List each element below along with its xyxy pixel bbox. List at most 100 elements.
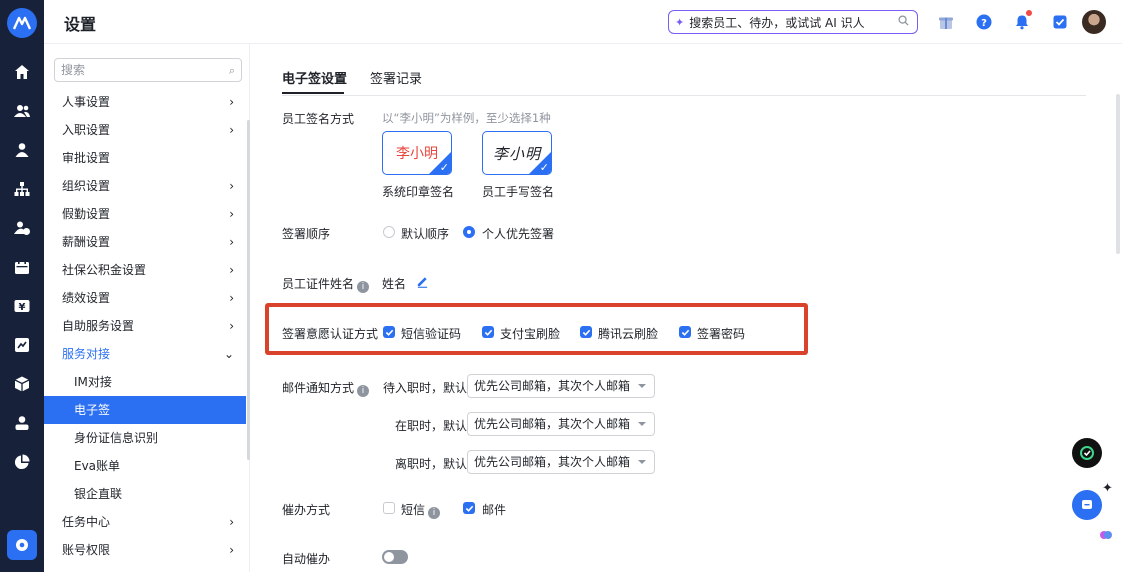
chevron-right-icon: › xyxy=(229,543,234,557)
active-tab-underline xyxy=(282,92,344,94)
tab-esign-settings[interactable]: 电子签设置 xyxy=(282,68,347,87)
checkbox-alipay-face[interactable] xyxy=(482,326,494,338)
checkbox-reminder-sms-label: 短信 i xyxy=(401,501,441,519)
seal-signature-card[interactable]: 李小明 ✓ xyxy=(382,131,452,175)
checkbox-sms-code[interactable] xyxy=(383,326,395,338)
sidebar-item-label: 电子签 xyxy=(74,403,111,417)
id-name-label: 员工证件姓名 i xyxy=(282,275,370,293)
sparkle-icon[interactable]: ✦ xyxy=(1102,481,1113,496)
dropdown-caret-icon xyxy=(638,460,646,464)
auto-reminder-toggle[interactable] xyxy=(382,550,408,564)
mail-row-pending-label: 待入职时，默认 xyxy=(383,381,468,395)
mail-select-pending[interactable]: 优先公司邮箱，其次个人邮箱 xyxy=(467,374,655,398)
sidebar-item-onboarding[interactable]: 入职设置 › xyxy=(44,116,246,144)
user-avatar[interactable] xyxy=(1082,10,1106,34)
settings-shortcut-icon[interactable] xyxy=(7,530,37,560)
tab-sign-records[interactable]: 签署记录 xyxy=(370,68,422,87)
chevron-right-icon: › xyxy=(229,207,234,221)
sidebar-search-placeholder: 搜索 xyxy=(61,63,86,77)
settings-sidebar: 搜索 ⌕ 人事设置 › 入职设置 › 审批设置 组织设置 › 假勤设置 › 薪酬设置 › … xyxy=(44,44,250,572)
info-icon[interactable]: i xyxy=(428,507,441,519)
search-icon xyxy=(898,15,909,29)
sidebar-item-permissions[interactable]: 账号权限 › xyxy=(44,536,246,564)
home-icon[interactable] xyxy=(12,62,32,82)
checkbox-sms-code-label: 短信验证码 xyxy=(401,327,462,341)
handwritten-signature-card[interactable]: 李小明 ✓ xyxy=(482,131,552,175)
sidebar-item-im[interactable]: IM对接 xyxy=(44,368,246,396)
mail-row-active-label: 在职时，默认 xyxy=(395,419,468,433)
sidebar-item-id-ocr[interactable]: 身份证信息识别 xyxy=(44,424,246,452)
edit-pencil-icon[interactable] xyxy=(416,275,429,291)
sidebar-search-input[interactable]: 搜索 ⌕ xyxy=(54,58,242,82)
person-icon[interactable] xyxy=(12,140,32,160)
checkbox-tencent-face[interactable] xyxy=(580,326,592,338)
mail-notify-label: 邮件通知方式 i xyxy=(282,379,370,397)
brain-icon[interactable] xyxy=(1097,526,1115,544)
mail-select-left[interactable]: 优先公司邮箱，其次个人邮箱 xyxy=(467,450,655,474)
cube-icon[interactable] xyxy=(12,374,32,394)
sidebar-item-integration[interactable]: 服务对接 ⌄ xyxy=(44,340,246,368)
sidebar-item-tasks[interactable]: 任务中心 › xyxy=(44,508,246,536)
sidebar-item-bank[interactable]: 银企直联 xyxy=(44,480,246,508)
sidebar-item-label: 账号权限 xyxy=(62,543,111,557)
checkbox-sign-password-label: 签署密码 xyxy=(697,327,746,341)
sidebar-item-approval[interactable]: 审批设置 xyxy=(44,144,246,172)
app-logo-icon[interactable] xyxy=(7,8,37,38)
dropdown-caret-icon xyxy=(638,422,646,426)
chat-float-icon[interactable] xyxy=(1072,490,1102,520)
sidebar-item-self-service[interactable]: 自助服务设置 › xyxy=(44,312,246,340)
sidebar-item-social-insurance[interactable]: 社保公积金设置 › xyxy=(44,256,246,284)
chevron-down-icon: ⌄ xyxy=(223,347,234,361)
sidebar-item-label: 身份证信息识别 xyxy=(74,431,159,445)
sidebar-item-payroll[interactable]: 薪酬设置 › xyxy=(44,228,246,256)
sidebar-item-label: 社保公积金设置 xyxy=(62,263,147,277)
sign-method-hint: 以“李小明”为样例，至少选择1种 xyxy=(382,111,551,125)
global-search-input[interactable]: ✦ 搜索员工、待办，或试试 AI 识人 xyxy=(668,10,918,34)
app-rail: ¥ xyxy=(0,0,44,572)
main-content: 电子签设置 签署记录 员工签名方式 以“李小明”为样例，至少选择1种 李小明 ✓… xyxy=(250,44,1122,572)
sidebar-item-esign[interactable]: 电子签 xyxy=(44,396,246,424)
notification-bell-icon[interactable] xyxy=(1012,10,1032,32)
gift-icon[interactable] xyxy=(936,12,956,32)
main-scrollbar[interactable] xyxy=(1116,94,1120,254)
sidebar-item-org[interactable]: 组织设置 › xyxy=(44,172,246,200)
checkbox-reminder-sms[interactable] xyxy=(383,502,395,514)
task-check-icon[interactable] xyxy=(1050,12,1070,32)
sidebar-item-label: 服务对接 xyxy=(62,347,111,361)
page-title: 设置 xyxy=(64,15,97,34)
org-chart-icon[interactable] xyxy=(12,179,32,199)
chevron-right-icon: › xyxy=(229,95,234,109)
info-icon[interactable]: i xyxy=(357,385,370,397)
calendar-icon[interactable] xyxy=(12,257,32,277)
sidebar-item-eva-bill[interactable]: Eva账单 xyxy=(44,452,246,480)
report-icon[interactable] xyxy=(12,335,32,355)
pie-chart-icon[interactable] xyxy=(12,452,32,472)
dropdown-caret-icon xyxy=(638,384,646,388)
auth-method-label: 签署意愿认证方式 xyxy=(282,327,379,341)
people-icon[interactable] xyxy=(12,101,32,121)
salary-icon[interactable]: ¥ xyxy=(12,296,32,316)
unread-dot xyxy=(1026,10,1032,16)
sidebar-item-performance[interactable]: 绩效设置 › xyxy=(44,284,246,312)
info-icon[interactable]: i xyxy=(357,281,370,293)
user-clock-icon[interactable] xyxy=(12,218,32,238)
account-icon[interactable] xyxy=(12,413,32,433)
check-icon: ✓ xyxy=(439,161,449,174)
mail-select-active[interactable]: 优先公司邮箱，其次个人邮箱 xyxy=(467,412,655,436)
checkbox-reminder-mail[interactable] xyxy=(463,502,475,514)
chevron-right-icon: › xyxy=(229,319,234,333)
ai-assistant-float-icon[interactable] xyxy=(1072,438,1102,468)
checkbox-sign-password[interactable] xyxy=(679,326,691,338)
radio-personal-first[interactable] xyxy=(463,226,475,238)
id-name-label-text: 员工证件姓名 xyxy=(282,277,355,291)
radio-personal-first-label: 个人优先签署 xyxy=(482,227,555,241)
handwritten-signature-caption: 员工手写签名 xyxy=(482,185,555,199)
sidebar-item-hr[interactable]: 人事设置 › xyxy=(44,88,246,116)
radio-default-order[interactable] xyxy=(383,226,395,238)
sidebar-item-leave[interactable]: 假勤设置 › xyxy=(44,200,246,228)
help-icon[interactable]: ? xyxy=(974,12,994,32)
id-name-value: 姓名 xyxy=(382,277,407,291)
sidebar-item-label: 薪酬设置 xyxy=(62,235,111,249)
top-header: 设置 ✦ 搜索员工、待办，或试试 AI 识人 ? xyxy=(44,0,1122,44)
chevron-right-icon: › xyxy=(229,291,234,305)
